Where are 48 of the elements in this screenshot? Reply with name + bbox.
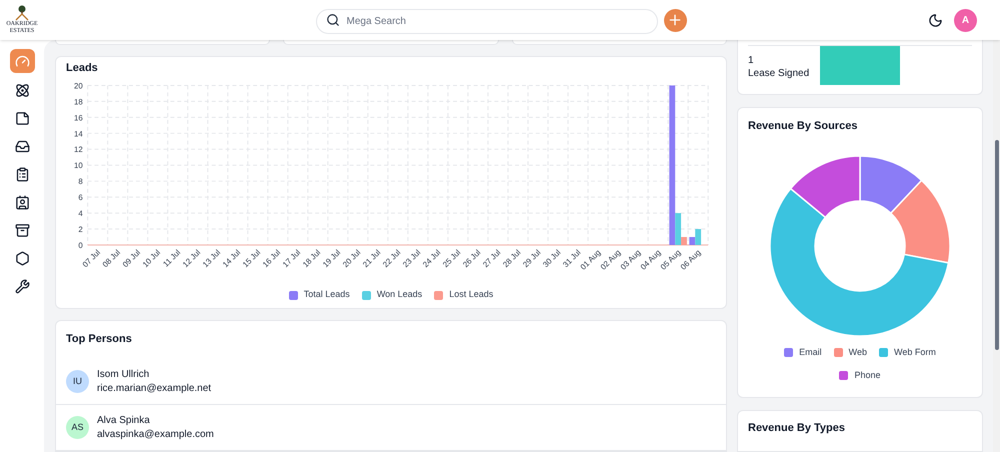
person-row[interactable]: IU Isom Ullrich rice.marian@example.net [56, 359, 726, 405]
tree-logo-icon [15, 5, 29, 21]
scrollbar-thumb[interactable] [994, 140, 998, 350]
y-tick-label: 0 [78, 241, 83, 250]
card-title: Revenue By Sources [748, 119, 858, 134]
contact-book-icon [14, 195, 30, 210]
card-title: Leads [66, 60, 99, 76]
card-title: Revenue By Types [748, 421, 846, 436]
person-name: Isom Ullrich [97, 368, 150, 382]
legend-label: Web [848, 346, 867, 358]
avatar: IU [66, 370, 89, 393]
hexagon-icon [14, 251, 30, 266]
y-tick-label: 20 [74, 82, 83, 91]
plus-icon [667, 12, 683, 28]
add-button[interactable] [664, 8, 686, 32]
y-tick-label: 6 [78, 194, 83, 203]
y-tick-label: 18 [74, 98, 83, 107]
clipboard-icon [14, 167, 30, 182]
legend-label: Total Leads [304, 288, 350, 302]
legend-label: Email [799, 346, 822, 358]
person-row[interactable]: AS Alva Spinka alvaspinka@example.com [56, 405, 726, 451]
archive-icon [14, 223, 30, 238]
legend-label: Lost Leads [449, 288, 494, 302]
wrench-icon [14, 279, 30, 294]
note-icon [14, 111, 30, 126]
inbox-icon [14, 139, 30, 154]
person-email: alvaspinka@example.com [97, 428, 214, 442]
search-icon [326, 12, 340, 26]
avatar: AS [66, 416, 89, 439]
person-email: rice.marian@example.net [97, 382, 212, 396]
y-tick-label: 2 [78, 225, 83, 234]
legend-label: Phone [854, 369, 881, 382]
moon-icon[interactable] [928, 12, 943, 28]
y-tick-label: 12 [74, 146, 83, 155]
y-tick-label: 4 [78, 210, 83, 219]
atom-icon [14, 83, 30, 98]
y-tick-label: 8 [78, 178, 83, 187]
y-tick-label: 14 [74, 130, 83, 139]
lease-count: 1 [748, 54, 755, 67]
lease-label: Lease Signed [748, 67, 810, 80]
y-tick-label: 16 [74, 114, 83, 123]
legend-label: Web Form [894, 346, 936, 358]
y-tick-label: 10 [74, 162, 83, 171]
card-title: Top Persons [65, 332, 133, 346]
person-name: Alva Spinka [97, 414, 151, 428]
search-field[interactable]: Mega Search [316, 8, 658, 34]
legend-label: Won Leads [376, 288, 422, 302]
gauge-icon [14, 54, 30, 68]
